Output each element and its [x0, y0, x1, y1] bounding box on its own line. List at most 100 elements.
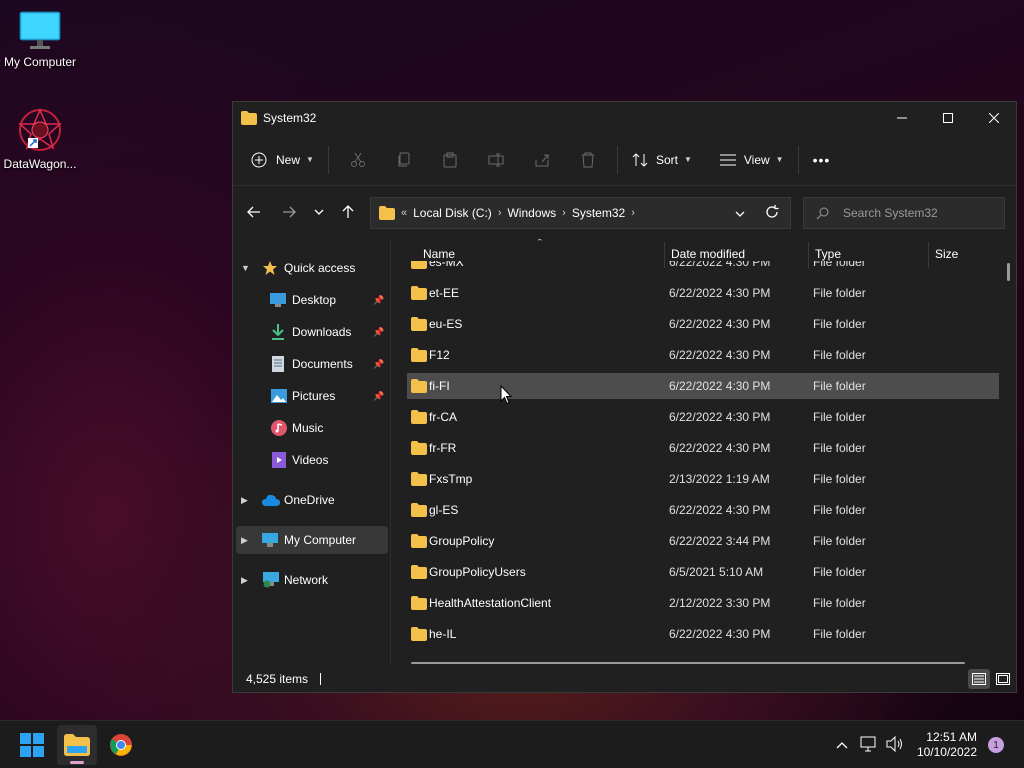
share-button[interactable]: [519, 144, 565, 176]
table-row[interactable]: fi-FI 6/22/2022 4:30 PM File folder: [407, 373, 999, 399]
search-input[interactable]: Search System32: [803, 197, 1005, 229]
chevron-right-icon: ›: [497, 207, 502, 219]
breadcrumb-local-disk[interactable]: Local Disk (C:): [413, 206, 492, 220]
tiles-view-button[interactable]: [992, 669, 1014, 689]
chevron-up-icon: [836, 741, 848, 748]
sidebar-item-label: Videos: [292, 453, 329, 467]
back-button[interactable]: [239, 197, 269, 227]
chevron-right-icon: ›: [562, 207, 566, 219]
windows-logo-icon: [20, 733, 44, 757]
file-explorer-icon: [64, 734, 90, 756]
sidebar-item-label: OneDrive: [284, 493, 335, 507]
column-header-size[interactable]: Size: [935, 247, 958, 261]
network-status-icon: [860, 736, 876, 752]
sidebar-item-desktop[interactable]: Desktop 📌: [233, 286, 389, 314]
maximize-button[interactable]: [925, 102, 971, 134]
sidebar-item-videos[interactable]: Videos: [233, 446, 389, 474]
more-options-button[interactable]: •••: [805, 144, 839, 176]
file-type: File folder: [813, 596, 866, 610]
scissors-icon: [350, 152, 365, 167]
column-header-name[interactable]: Name: [423, 247, 455, 261]
sidebar-item-music[interactable]: Music: [233, 414, 389, 442]
search-icon: [816, 207, 829, 219]
delete-button[interactable]: [565, 144, 611, 176]
folder-icon: [411, 503, 427, 517]
start-button[interactable]: [12, 725, 52, 765]
column-header-date[interactable]: Date modified: [671, 247, 745, 261]
notification-count: 1: [993, 739, 999, 751]
table-row[interactable]: GroupPolicyUsers 6/5/2021 5:10 AM File fol…: [407, 559, 999, 585]
details-view-button[interactable]: [968, 669, 990, 689]
table-row[interactable]: HealthAttestationClient 2/12/2022 3:30 PM…: [407, 590, 999, 616]
notification-badge[interactable]: 1: [988, 737, 1004, 753]
sort-button[interactable]: Sort ▼: [624, 144, 700, 176]
taskbar-file-explorer[interactable]: [57, 725, 97, 765]
table-row[interactable]: es-MX 6/22/2022 4:30 PM File folder: [407, 261, 999, 273]
folder-icon: [411, 565, 427, 579]
vertical-scrollbar[interactable]: [1007, 263, 1010, 281]
horizontal-scrollbar[interactable]: [411, 662, 965, 664]
table-row[interactable]: FxsTmp 2/13/2022 1:19 AM File folder: [407, 466, 999, 492]
refresh-button[interactable]: [765, 205, 779, 222]
paste-button[interactable]: [427, 144, 473, 176]
column-header-type[interactable]: Type: [815, 247, 841, 261]
folder-icon: [379, 206, 395, 220]
file-type: File folder: [813, 472, 866, 486]
title-bar[interactable]: System32: [233, 102, 1016, 134]
close-button[interactable]: [971, 102, 1017, 134]
pictures-icon: [271, 389, 287, 403]
file-type: File folder: [813, 379, 866, 393]
minimize-button[interactable]: [879, 102, 925, 134]
taskbar-chrome[interactable]: [101, 725, 141, 765]
up-button[interactable]: [333, 197, 363, 227]
file-date: 6/22/2022 4:30 PM: [669, 379, 771, 393]
sidebar-item-label: Quick access: [284, 261, 356, 275]
sort-label: Sort: [655, 152, 678, 167]
rename-icon: [488, 153, 504, 166]
rename-button[interactable]: [473, 144, 519, 176]
breadcrumb-windows[interactable]: Windows: [507, 206, 556, 220]
new-button[interactable]: New ▼: [243, 144, 322, 176]
folder-icon: [411, 472, 427, 486]
volume-button[interactable]: [886, 735, 904, 756]
copy-button[interactable]: [381, 144, 427, 176]
table-row[interactable]: F12 6/22/2022 4:30 PM File folder: [407, 342, 999, 368]
table-row[interactable]: GroupPolicy 6/22/2022 3:44 PM File folder: [407, 528, 999, 554]
sidebar-item-documents[interactable]: Documents 📌: [233, 350, 389, 378]
breadcrumb-system32[interactable]: System32: [572, 206, 625, 220]
table-row[interactable]: eu-ES 6/22/2022 4:30 PM File folder: [407, 311, 999, 337]
file-date: 6/22/2022 4:30 PM: [669, 441, 771, 455]
monitor-icon: [19, 11, 61, 49]
sidebar-item-downloads[interactable]: Downloads 📌: [233, 318, 389, 346]
view-button[interactable]: View ▼: [712, 144, 792, 176]
file-list: ⌃ Name Date modified Type Size es-MX 6/22…: [391, 239, 1017, 666]
clock[interactable]: 12:51 AM 10/10/2022: [917, 730, 977, 760]
sidebar-item-quick-access[interactable]: ▼ Quick access: [233, 254, 389, 282]
table-row[interactable]: fr-FR 6/22/2022 4:30 PM File folder: [407, 435, 999, 461]
forward-button[interactable]: [274, 197, 304, 227]
network-status-button[interactable]: [860, 735, 878, 756]
chevron-right-icon: ▶: [241, 574, 248, 585]
desktop-icon-datawagon[interactable]: DataWagon...: [0, 106, 80, 171]
sidebar-item-label: Network: [284, 573, 329, 587]
table-row[interactable]: et-EE 6/22/2022 4:30 PM File folder: [407, 280, 999, 306]
details-view-icon: [972, 673, 986, 685]
sidebar-item-my-computer[interactable]: ▶ My Computer: [236, 526, 388, 554]
table-row[interactable]: gl-ES 6/22/2022 4:30 PM File folder: [407, 497, 999, 523]
sidebar-item-label: Downloads: [292, 325, 352, 339]
recent-locations-button[interactable]: [304, 197, 334, 227]
desktop-icon-label: My Computer: [3, 55, 77, 69]
sidebar-item-network[interactable]: ▶ Network: [233, 566, 389, 594]
address-bar[interactable]: « Local Disk (C:) › Windows › System32 ›: [370, 197, 791, 229]
sidebar-item-onedrive[interactable]: ▶ OneDrive: [233, 486, 389, 514]
desktop-icon-my-computer[interactable]: My Computer: [0, 10, 80, 69]
more-label: •••: [812, 151, 831, 168]
table-row[interactable]: he-IL 6/22/2022 4:30 PM File folder: [407, 621, 999, 647]
sidebar-item-pictures[interactable]: Pictures 📌: [233, 382, 389, 410]
folder-icon: [411, 261, 427, 269]
table-row[interactable]: fr-CA 6/22/2022 4:30 PM File folder: [407, 404, 999, 430]
address-dropdown-button[interactable]: [735, 206, 745, 220]
sidebar-item-label: My Computer: [284, 533, 357, 547]
show-hidden-icons-button[interactable]: [832, 736, 852, 754]
cut-button[interactable]: [335, 144, 381, 176]
